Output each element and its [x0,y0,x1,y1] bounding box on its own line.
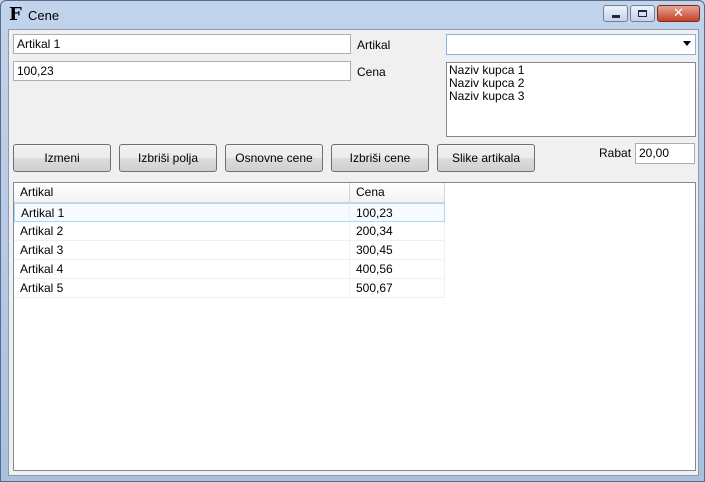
title-bar[interactable]: F Cene ✕ [1,1,704,29]
cell-artikal: Artikal 2 [14,222,350,241]
close-button[interactable]: ✕ [657,5,700,22]
list-item[interactable]: Naziv kupca 3 [449,90,693,103]
article-field[interactable]: Artikal 1 [13,34,351,54]
client-area: Artikal 1 100,23 Artikal Cena Naziv kupc… [8,29,699,476]
minimize-icon [612,15,620,18]
table-row[interactable]: Artikal 1 100,23 [14,203,445,222]
table-row[interactable]: Artikal 5 500,67 [14,279,445,298]
column-header-cena[interactable]: Cena [350,183,445,203]
discount-label: Rabat [599,146,632,160]
delete-prices-button[interactable]: Izbriši cene [331,144,429,172]
article-combo-value [447,35,677,54]
chevron-down-icon[interactable] [683,41,691,46]
cell-artikal: Artikal 5 [14,279,350,298]
column-header-artikal[interactable]: Artikal [14,183,350,203]
prices-table[interactable]: Artikal Cena Artikal 1 100,23 Artikal 2 … [13,182,696,471]
cell-cena: 100,23 [350,203,445,222]
edit-button[interactable]: Izmeni [13,144,111,172]
window-title: Cene [28,8,60,23]
window-controls: ✕ [601,5,700,23]
discount-field[interactable]: 20,00 [635,143,695,164]
cell-artikal: Artikal 1 [14,203,350,222]
table-header: Artikal Cena [14,183,445,203]
clear-fields-button[interactable]: Izbriši polja [119,144,217,172]
price-field[interactable]: 100,23 [13,61,351,81]
table-row[interactable]: Artikal 3 300,45 [14,241,445,260]
cell-cena: 300,45 [350,241,445,260]
article-label: Artikal [357,38,391,52]
maximize-button[interactable] [630,5,655,22]
table-row[interactable]: Artikal 2 200,34 [14,222,445,241]
app-window: F Cene ✕ Artikal 1 100,23 Artikal Cena N… [0,0,705,482]
cell-cena: 200,34 [350,222,445,241]
app-icon: F [9,4,22,25]
customer-list[interactable]: Naziv kupca 1 Naziv kupca 2 Naziv kupca … [446,62,696,137]
base-prices-button[interactable]: Osnovne cene [225,144,323,172]
close-icon: ✕ [673,6,684,21]
cell-artikal: Artikal 4 [14,260,350,279]
maximize-icon [638,10,647,17]
minimize-button[interactable] [603,5,628,22]
cell-artikal: Artikal 3 [14,241,350,260]
article-images-button[interactable]: Slike artikala [437,144,535,172]
cell-cena: 400,56 [350,260,445,279]
price-label: Cena [357,65,386,79]
table-row[interactable]: Artikal 4 400,56 [14,260,445,279]
cell-cena: 500,67 [350,279,445,298]
article-combo[interactable] [446,34,696,55]
